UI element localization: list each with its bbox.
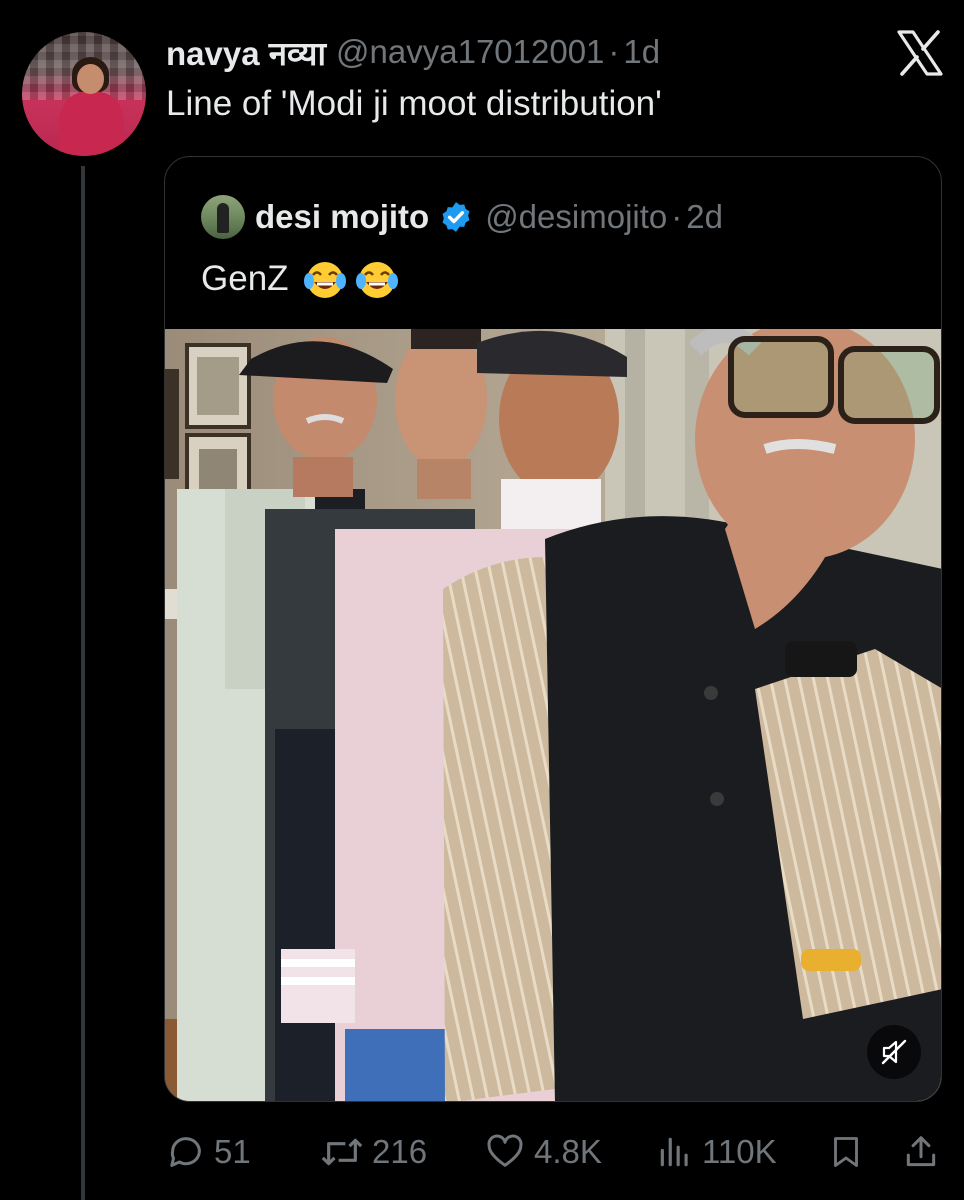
quoted-tweet-text-row: GenZ (201, 257, 399, 301)
author-display-name[interactable]: navya नव्या (166, 30, 326, 75)
quoted-tweet-video[interactable] (165, 329, 941, 1101)
quoted-tweet-text: GenZ (201, 259, 289, 298)
thread-connector-line (81, 166, 85, 1200)
tweet-text: Line of 'Modi ji moot distribution' (166, 84, 662, 123)
bookmark-icon (834, 1137, 858, 1167)
reply-count: 51 (214, 1133, 251, 1170)
reply-button[interactable]: 51 (166, 1126, 251, 1178)
views-button[interactable]: 110K (656, 1126, 777, 1178)
avatar-figure (217, 203, 229, 233)
avatar-dress (59, 91, 124, 156)
tweet-header: navya नव्या @navya17012001 · 1d (166, 28, 660, 76)
share-icon (906, 1136, 936, 1167)
heart-icon (487, 1134, 523, 1167)
laughing-tears-emoji-icon (303, 262, 346, 298)
quoted-tweet-header: desi mojito @desimojito · 2d (255, 193, 723, 241)
speaker-muted-icon (881, 1039, 907, 1065)
like-button[interactable]: 4.8K (484, 1126, 602, 1178)
tweet-action-bar: 51 216 4.8K 110K (166, 1126, 944, 1178)
separator-dot: · (608, 33, 620, 70)
quoted-tweet-card[interactable]: desi mojito @desimojito · 2d GenZ (164, 156, 942, 1102)
repost-count: 216 (372, 1133, 428, 1170)
quoted-tweet-time[interactable]: 2d (686, 198, 723, 236)
repost-button[interactable]: 216 (320, 1126, 427, 1178)
view-count: 110K (702, 1133, 777, 1170)
quoted-author-handle[interactable]: @desimojito (485, 198, 667, 236)
x-logo-icon[interactable] (896, 30, 944, 76)
video-frame (165, 329, 941, 1101)
reply-icon (170, 1137, 201, 1167)
share-button[interactable] (902, 1126, 948, 1178)
views-chart-icon (660, 1137, 688, 1167)
like-count: 4.8K (534, 1133, 602, 1170)
avatar-face (76, 64, 104, 94)
verified-badge-icon (442, 202, 470, 232)
repost-icon (321, 1138, 363, 1166)
tweet-time[interactable]: 1d (623, 33, 660, 71)
quoted-author-display-name[interactable]: desi mojito (255, 198, 429, 236)
bookmark-button[interactable] (828, 1126, 872, 1178)
author-handle[interactable]: @navya17012001 (336, 33, 604, 71)
mute-button[interactable] (867, 1025, 921, 1079)
separator-dot: · (671, 198, 683, 235)
author-avatar[interactable] (22, 32, 146, 156)
laughing-tears-emoji-icon (355, 262, 398, 298)
quoted-author-avatar[interactable] (201, 195, 245, 239)
